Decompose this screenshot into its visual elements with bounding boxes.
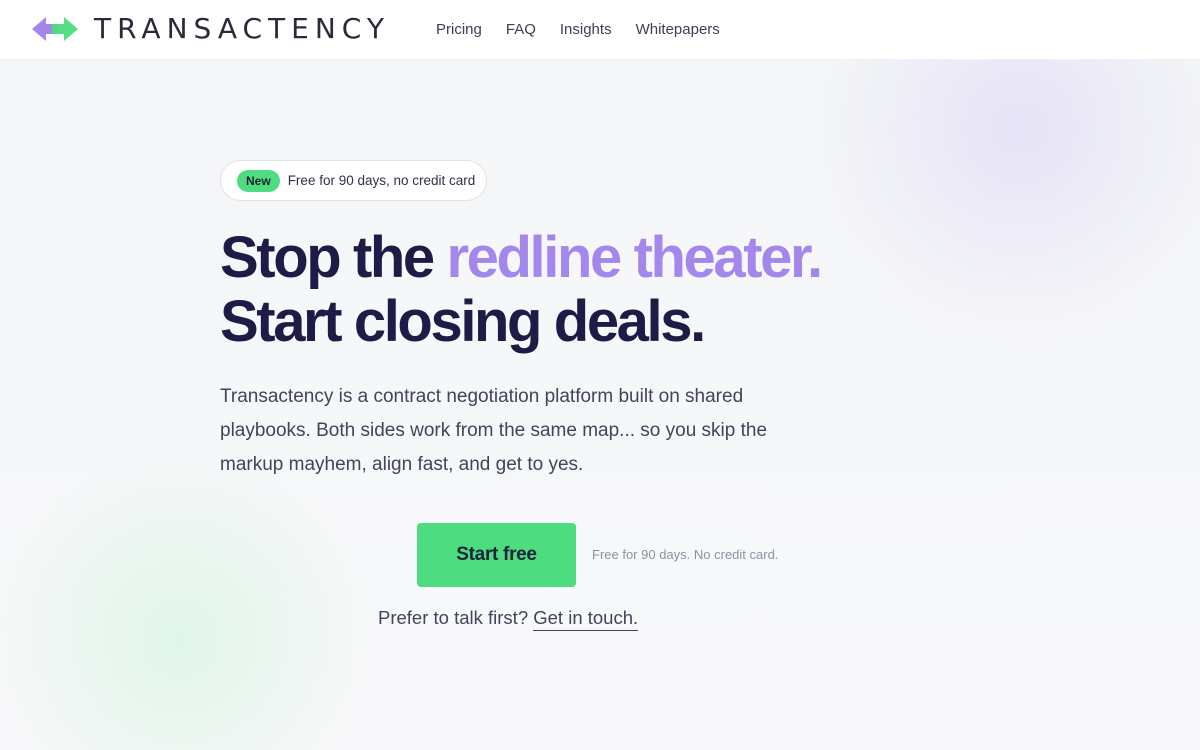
cta-note: Free for 90 days. No credit card. xyxy=(592,547,779,562)
headline-accent: redline theater. xyxy=(446,225,824,290)
contact-prompt: Prefer to talk first? Get in touch. xyxy=(378,607,639,631)
new-tag: New xyxy=(237,169,280,192)
nav-faq[interactable]: FAQ xyxy=(506,20,536,40)
contact-prefix: Prefer to talk first? xyxy=(378,607,534,628)
start-free-button[interactable]: Start free xyxy=(417,523,576,587)
nav-insights[interactable]: Insights xyxy=(560,20,612,40)
nav-whitepapers[interactable]: Whitepapers xyxy=(636,20,720,40)
hero-description: Transactency is a contract negotiation p… xyxy=(220,386,768,475)
headline-line2: Start closing deals. xyxy=(220,289,706,354)
headline-part1: Stop the xyxy=(220,225,447,290)
site-header: TRANSACTENCY Pricing FAQ Insights Whitep… xyxy=(0,0,1200,60)
announcement-badge: New Free for 90 days, no credit card xyxy=(220,160,487,201)
brand-logo[interactable]: TRANSACTENCY xyxy=(32,14,390,44)
landing-page: TRANSACTENCY Pricing FAQ Insights Whitep… xyxy=(0,0,1200,750)
badge-text: Free for 90 days, no credit card xyxy=(287,173,476,188)
main-nav: Pricing FAQ Insights Whitepapers xyxy=(436,20,744,40)
hero-headline: Stop the redline theater. Start closing … xyxy=(220,226,920,354)
swap-arrows-icon xyxy=(32,17,78,41)
brand-name: TRANSACTENCY xyxy=(94,12,390,45)
get-in-touch-link[interactable]: Get in touch. xyxy=(533,607,639,631)
nav-pricing[interactable]: Pricing xyxy=(436,20,482,40)
